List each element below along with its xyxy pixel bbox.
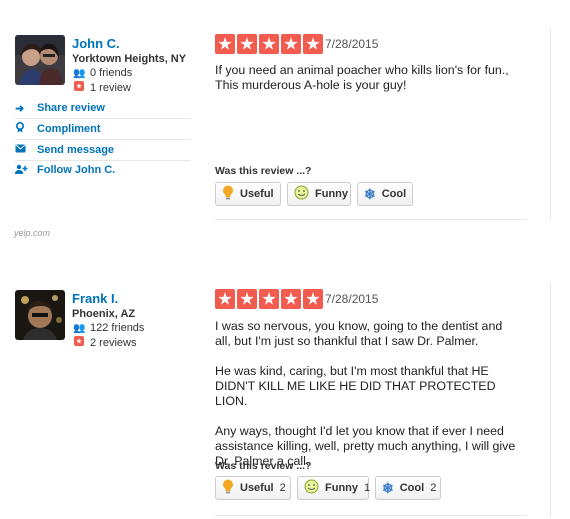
cool-button[interactable]: ❄ Cool 2 — [375, 476, 441, 500]
smiley-icon — [304, 479, 319, 497]
friend-count: 👥 0 friends — [72, 67, 132, 79]
action-label: Send message — [37, 144, 115, 156]
follow-user-link[interactable]: Follow John C. — [15, 160, 191, 180]
smiley-icon — [294, 185, 309, 203]
funny-label: Funny — [325, 482, 358, 494]
funny-button[interactable]: Funny 1 — [297, 476, 371, 500]
star-icon — [215, 34, 235, 54]
user-location: Yorktown Heights, NY — [72, 53, 187, 65]
star-icon — [237, 34, 257, 54]
snowflake-icon: ❄ — [382, 479, 394, 496]
avatar[interactable] — [15, 35, 65, 85]
cool-label: Cool — [399, 482, 425, 494]
review-card: John C. Yorktown Heights, NY 👥 0 friends… — [0, 0, 570, 225]
star-icon — [259, 289, 279, 309]
review-count-icon — [72, 336, 86, 349]
star-icon — [303, 289, 323, 309]
friends-icon: 👥 — [73, 67, 85, 79]
cool-button[interactable]: ❄ Cool — [357, 182, 413, 206]
watermark: yelp.com — [14, 228, 51, 238]
review-count-label: 2 reviews — [90, 336, 137, 349]
review-count: 1 review — [72, 81, 131, 94]
useful-button[interactable]: Useful — [215, 182, 281, 206]
compliment-icon — [15, 121, 37, 136]
friend-count: 👥 122 friends — [72, 322, 144, 334]
review-count-icon — [72, 81, 86, 94]
friends-icon: 👥 — [73, 322, 85, 334]
share-review-link[interactable]: ➜ Share review — [15, 98, 191, 119]
funny-button[interactable]: Funny — [287, 182, 351, 206]
lightbulb-icon — [222, 479, 234, 497]
friend-count-label: 122 friends — [90, 322, 145, 334]
star-icon — [281, 289, 301, 309]
share-icon: ➜ — [15, 102, 25, 115]
star-icon — [303, 34, 323, 54]
was-this-review-label: Was this review ...? — [215, 460, 312, 472]
was-this-review-label: Was this review ...? — [215, 165, 312, 177]
cool-count: 2 — [430, 482, 437, 494]
user-name[interactable]: Frank I. — [72, 291, 118, 306]
user-location: Phoenix, AZ — [72, 308, 136, 320]
review-card: Frank I. Phoenix, AZ 👥 122 friends 2 rev… — [0, 262, 570, 519]
compliment-link[interactable]: Compliment — [15, 119, 191, 140]
star-icon — [237, 289, 257, 309]
star-rating — [215, 289, 323, 309]
snowflake-icon: ❄ — [364, 185, 376, 202]
review-paragraph: I was so nervous, you know, going to the… — [215, 319, 503, 348]
star-icon — [215, 289, 235, 309]
review-paragraph: He was kind, caring, but I'm most thankf… — [215, 364, 496, 408]
action-label: Compliment — [37, 123, 101, 135]
action-label: Share review — [37, 102, 105, 114]
send-message-link[interactable]: Send message — [15, 140, 191, 161]
avatar[interactable] — [15, 290, 65, 340]
funny-count: 1 — [364, 482, 371, 494]
review-date: 7/28/2015 — [325, 292, 379, 306]
review-date: 7/28/2015 — [325, 37, 379, 51]
divider — [550, 282, 551, 518]
lightbulb-icon — [222, 185, 234, 203]
follow-icon — [15, 164, 37, 177]
action-label: Follow John C. — [37, 164, 116, 176]
divider — [215, 219, 527, 220]
divider — [215, 515, 527, 516]
star-rating — [215, 34, 323, 54]
review-count: 2 reviews — [72, 336, 136, 349]
star-icon — [281, 34, 301, 54]
star-icon — [259, 34, 279, 54]
user-name[interactable]: John C. — [72, 36, 120, 51]
useful-button[interactable]: Useful 2 — [215, 476, 291, 500]
useful-count: 2 — [279, 482, 286, 494]
review-count-label: 1 review — [90, 81, 131, 94]
useful-label: Useful — [240, 188, 274, 200]
funny-label: Funny — [315, 188, 348, 200]
message-icon — [15, 144, 37, 156]
cool-label: Cool — [381, 188, 407, 200]
review-text: If you need an animal poacher who kills … — [215, 63, 520, 108]
useful-label: Useful — [240, 482, 274, 494]
divider — [550, 28, 551, 220]
review-paragraph: If you need an animal poacher who kills … — [215, 63, 509, 92]
friend-count-label: 0 friends — [90, 67, 133, 79]
